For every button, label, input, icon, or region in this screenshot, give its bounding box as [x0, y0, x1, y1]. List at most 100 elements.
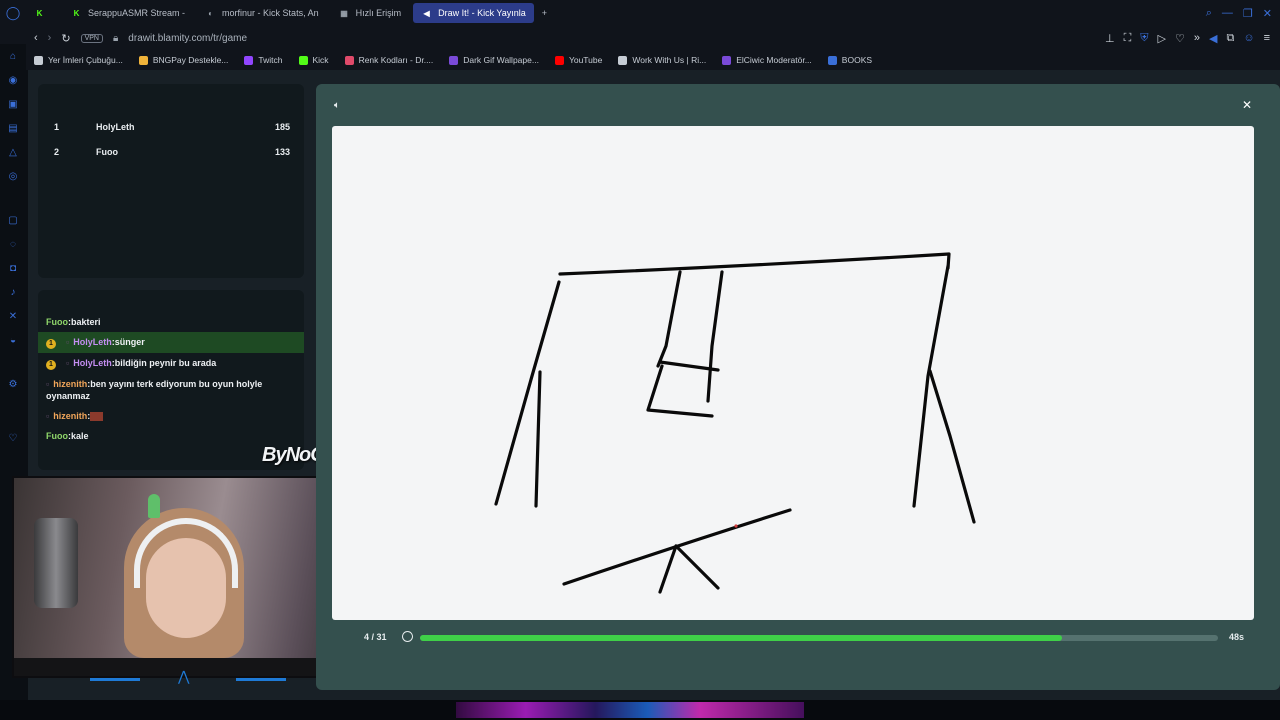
play-icon[interactable]: ▷: [1158, 32, 1166, 45]
pin-icon[interactable]: ⊥: [1105, 32, 1115, 45]
reload-icon[interactable]: ↻: [61, 32, 70, 45]
bookmark-item[interactable]: Renk Kodları - Dr....: [344, 55, 433, 65]
sidebar-tiktok-icon[interactable]: ♪: [6, 286, 20, 300]
sidebar-instagram-icon[interactable]: ◘: [6, 262, 20, 276]
bookmark-label: ElCiwic Moderatör...: [736, 55, 812, 65]
time-progress-bar: [420, 635, 1218, 641]
url-field[interactable]: drawit.blamity.com/tr/game: [128, 33, 247, 44]
close-icon[interactable]: ✕: [1242, 98, 1252, 112]
sidebar-whatsapp-icon[interactable]: ◌: [6, 238, 20, 252]
sound-icon[interactable]: 🔈︎: [334, 100, 340, 111]
shield-icon[interactable]: ⛨: [1140, 32, 1148, 45]
drawing-stroke: [658, 544, 678, 594]
chat-username[interactable]: HolyLeth: [73, 337, 112, 347]
bookmark-label: BOOKS: [841, 55, 873, 65]
menu-icon[interactable]: ≡: [1264, 32, 1270, 45]
chat-username[interactable]: hizenith: [53, 411, 87, 421]
tab-label: SerappuASMR Stream -: [88, 8, 186, 18]
minimize-icon[interactable]: —: [1222, 7, 1233, 20]
score-value: 133: [274, 146, 290, 157]
bookmarks-bar: Yer İmleri Çubuğu... BNGPay Destekle... Tw…: [0, 50, 1280, 70]
tab-0[interactable]: K: [26, 3, 59, 23]
new-tab-button[interactable]: +: [534, 3, 555, 23]
bookmark-item[interactable]: Yer İmleri Çubuğu...: [34, 55, 123, 65]
chat-message: Fuoo:kale: [38, 426, 304, 446]
sound-icon: ◀: [423, 8, 430, 18]
bookmark-favicon-icon: [722, 55, 732, 65]
chat-user-icon: ▫: [46, 411, 50, 421]
sidebar-discord-icon[interactable]: ◒: [6, 334, 20, 348]
sidebar-home-icon[interactable]: ⌂: [6, 50, 20, 64]
sidebar-player-icon[interactable]: ▤: [6, 122, 20, 136]
bookmark-favicon-icon: [34, 55, 43, 65]
microphone-image: [34, 518, 78, 608]
score-player-name: Fuoo: [96, 146, 118, 157]
bookmark-label: BNGPay Destekle...: [152, 55, 229, 65]
bookmark-item[interactable]: ElCiwic Moderatör...: [722, 55, 812, 65]
sidebar-settings-icon[interactable]: ⚙: [6, 378, 20, 392]
tab-1[interactable]: K SerappuASMR Stream -: [63, 3, 193, 23]
bookmark-label: YouTube: [568, 55, 603, 65]
sidebar-x-icon[interactable]: ✕: [6, 310, 20, 324]
bookmark-favicon-icon: [618, 55, 628, 65]
bookmark-item[interactable]: BNGPay Destekle...: [138, 55, 229, 65]
tab-4[interactable]: ◀ Draw It! - Kick Yayınla: [413, 3, 534, 23]
snapshot-icon[interactable]: ⛶: [1124, 32, 1132, 45]
round-progress: 4 / 31 48s: [316, 628, 1280, 648]
bookmark-item[interactable]: BOOKS: [827, 55, 873, 65]
sidebar-triangle-icon[interactable]: △: [6, 146, 20, 160]
close-window-icon[interactable]: ✕: [1263, 7, 1272, 20]
tab-label: Hızlı Erişim: [355, 8, 402, 18]
back-icon[interactable]: ‹: [34, 32, 38, 44]
sidebar-aria-icon[interactable]: ◉: [6, 74, 20, 88]
score-player-name: HolyLeth: [96, 121, 135, 132]
cursor-icon: [734, 524, 738, 528]
scoreboard: 1 HolyLeth 185 2 Fuoo 133: [38, 84, 304, 278]
profile-icon[interactable]: ☺: [1243, 32, 1254, 45]
search-icon[interactable]: ⌕: [1206, 7, 1212, 20]
webcam-frame-decoration: ⋀: [90, 668, 286, 686]
heart-icon[interactable]: ♡: [1175, 32, 1185, 45]
bookmark-item[interactable]: Kick: [298, 55, 329, 65]
bookmark-item[interactable]: YouTube: [554, 55, 603, 65]
chat-badge-icon: 1: [46, 360, 56, 370]
bookmark-label: Dark Gif Wallpape...: [463, 55, 539, 65]
chat-username[interactable]: Fuoo: [46, 317, 68, 327]
extensions-icon[interactable]: ⧉: [1226, 32, 1234, 45]
bookmark-favicon-icon: [298, 55, 308, 65]
chat-username[interactable]: hizenith: [53, 379, 87, 389]
sidebar-twitch-icon[interactable]: ▢: [6, 214, 20, 228]
drawing-stroke: [706, 270, 724, 403]
drawing-stroke: [912, 264, 950, 508]
maximize-icon[interactable]: ❐: [1243, 7, 1253, 20]
tab-3[interactable]: ▦ Hızlı Erişim: [331, 3, 410, 23]
plant-image: [148, 494, 160, 518]
drawing-stroke: [656, 270, 682, 368]
tab-2[interactable]: ◐ morfinur - Kick Stats, An: [197, 3, 327, 23]
sidebar-heart-icon[interactable]: ♡: [6, 432, 20, 446]
chat-username[interactable]: HolyLeth: [73, 358, 112, 368]
chat-username[interactable]: Fuoo: [46, 431, 68, 441]
speaker-icon[interactable]: ◀: [1209, 32, 1217, 45]
drawing-canvas[interactable]: [332, 126, 1254, 620]
toolbar-icons: ⊥ ⛶ ⛨ ▷ ♡ » ◀ ⧉ ☺ ≡: [1105, 32, 1280, 45]
grid-icon: ▦: [340, 8, 348, 18]
drawing-stroke: [674, 544, 720, 590]
drawing-stroke: [534, 370, 542, 508]
round-counter: 4 / 31: [364, 632, 387, 642]
bookmark-item[interactable]: Twitch: [244, 55, 283, 65]
bookmark-item[interactable]: Dark Gif Wallpape...: [449, 55, 539, 65]
opera-logo-icon[interactable]: ◯: [0, 0, 26, 26]
sidebar-messenger-icon[interactable]: ◎: [6, 170, 20, 184]
vpn-badge[interactable]: VPN: [80, 33, 103, 43]
bookmark-item[interactable]: Work With Us | Ri...: [618, 55, 706, 65]
chat-text: :bildiğin peynir bu arada: [111, 358, 217, 368]
forward-icon[interactable]: ›: [48, 32, 52, 44]
sidebar-wallet-icon[interactable]: ▣: [6, 98, 20, 112]
bookmark-label: Twitch: [258, 55, 283, 65]
chat-message: 1 ▫ HolyLeth:bildiğin peynir bu arada: [38, 353, 304, 374]
chat-text: :kale: [68, 431, 89, 441]
window-controls: ⌕ — ❐ ✕: [1206, 7, 1280, 20]
double-chevron-icon[interactable]: »: [1194, 32, 1200, 45]
timer-icon: [402, 631, 413, 642]
